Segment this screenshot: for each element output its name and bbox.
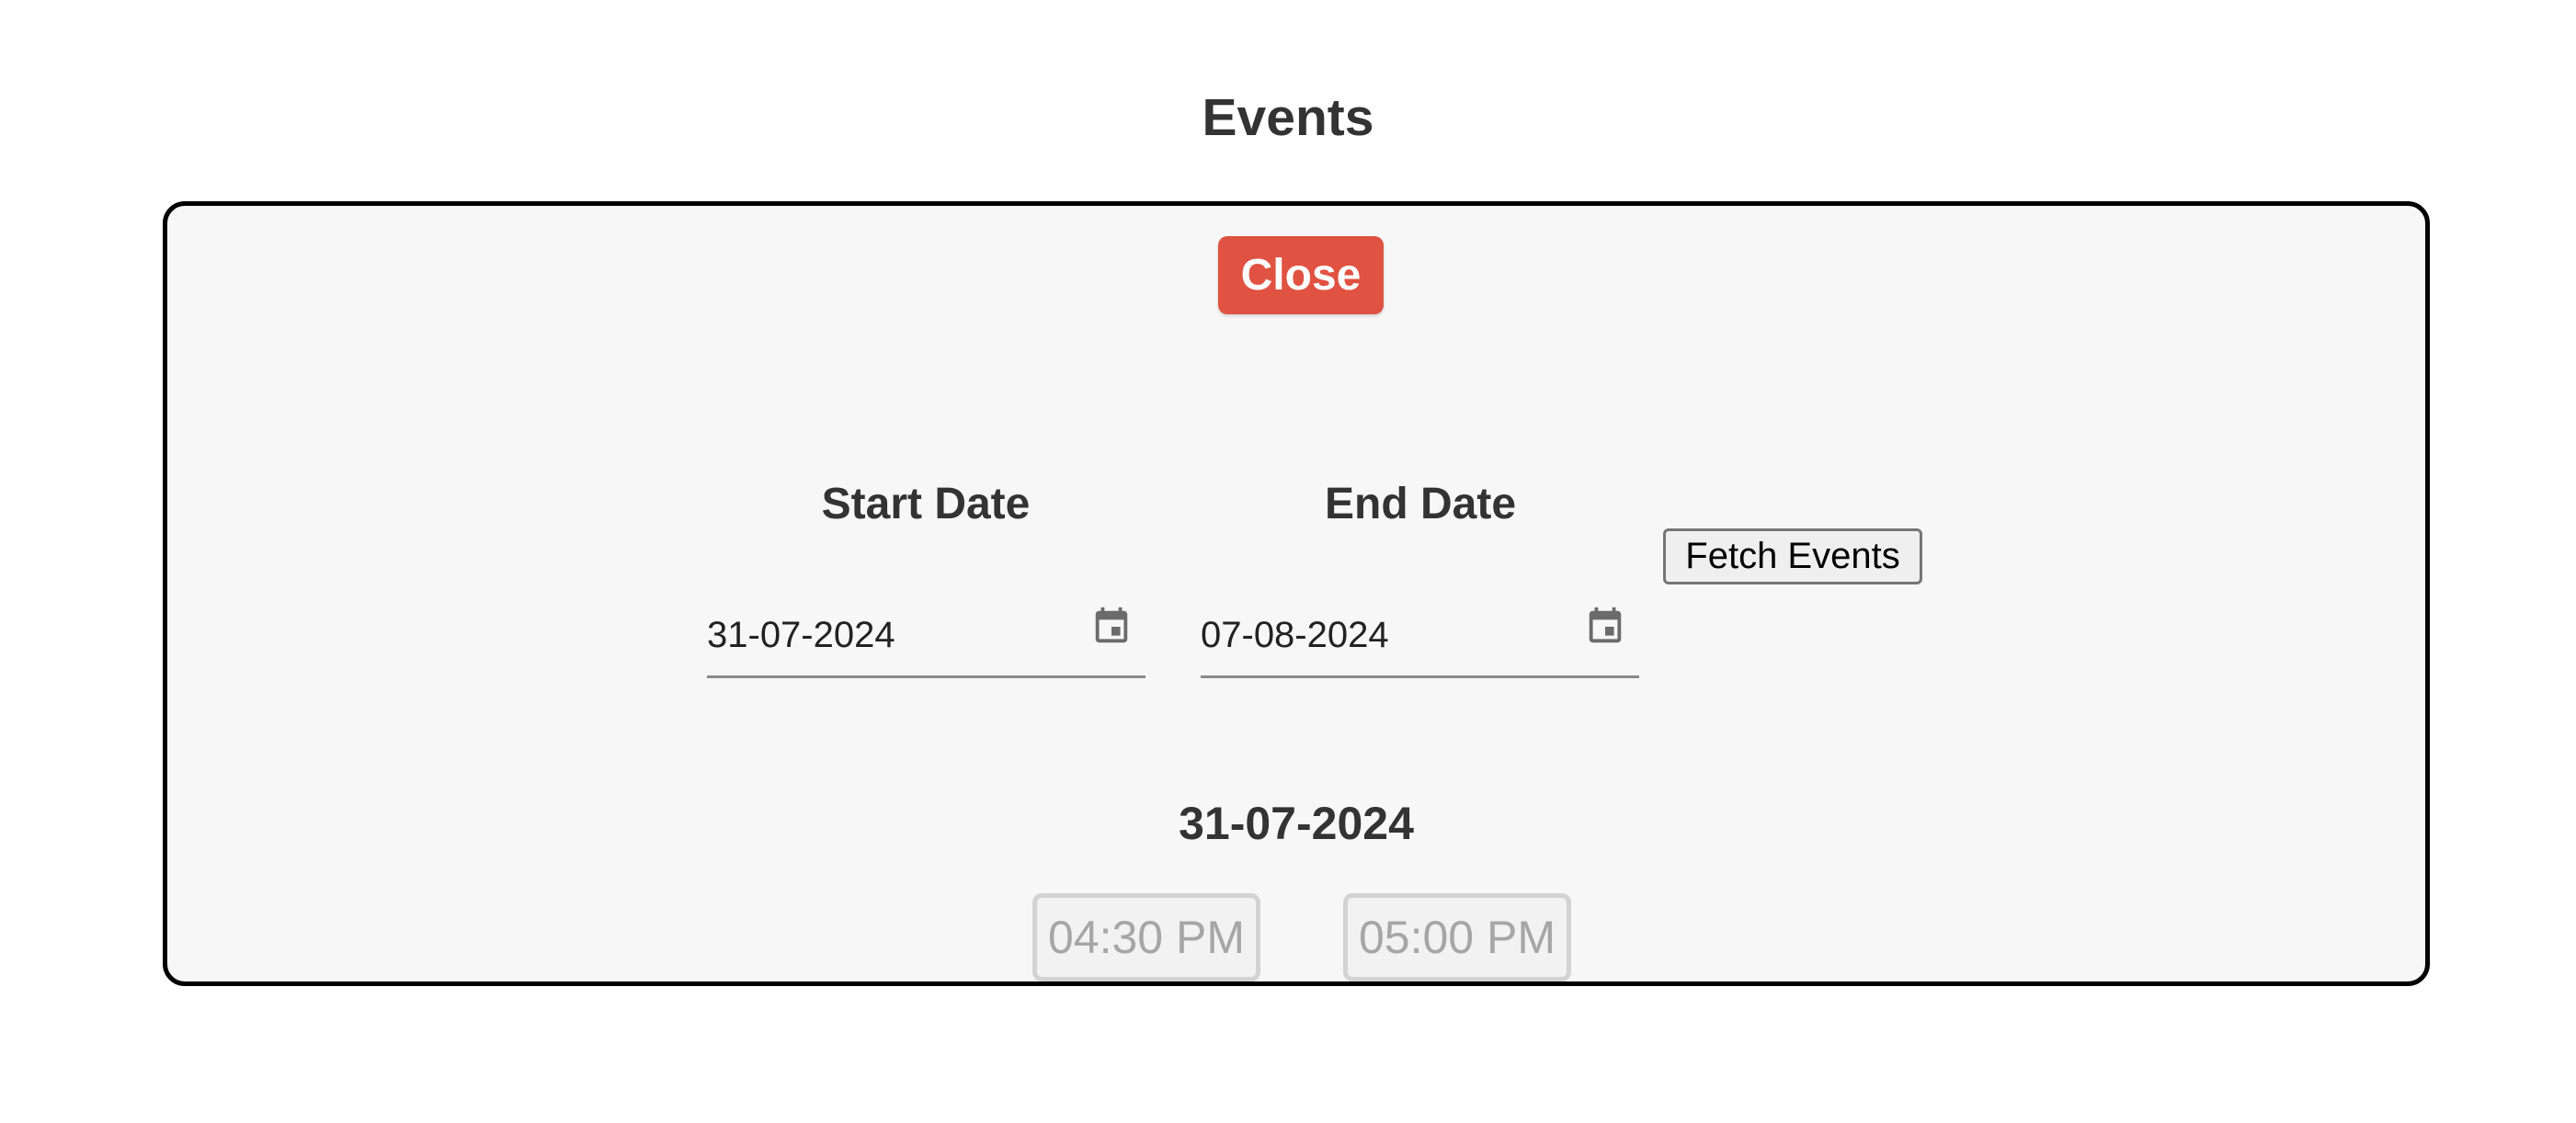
- start-date-field[interactable]: 31-07-2024: [707, 592, 1146, 678]
- day-heading: 31-07-2024: [1179, 798, 1414, 849]
- time-slot-button[interactable]: 04:30 PM: [1032, 893, 1260, 981]
- events-panel: Close Start Date 31-07-2024 End Date 07-…: [163, 201, 2430, 986]
- start-date-label: Start Date: [821, 480, 1031, 528]
- fetch-events-button[interactable]: Fetch Events: [1663, 528, 1922, 584]
- close-button[interactable]: Close: [1218, 236, 1384, 314]
- end-date-field[interactable]: 07-08-2024: [1201, 592, 1639, 678]
- calendar-icon[interactable]: [1090, 603, 1133, 651]
- page-title: Events: [1202, 88, 1374, 147]
- start-date-value: 31-07-2024: [707, 615, 895, 655]
- page: Events Close Start Date 31-07-2024 End D…: [0, 0, 2576, 1123]
- time-slot-button[interactable]: 05:00 PM: [1343, 893, 1571, 981]
- end-date-value: 07-08-2024: [1201, 615, 1389, 655]
- calendar-icon[interactable]: [1584, 603, 1626, 651]
- end-date-label: End Date: [1324, 480, 1517, 528]
